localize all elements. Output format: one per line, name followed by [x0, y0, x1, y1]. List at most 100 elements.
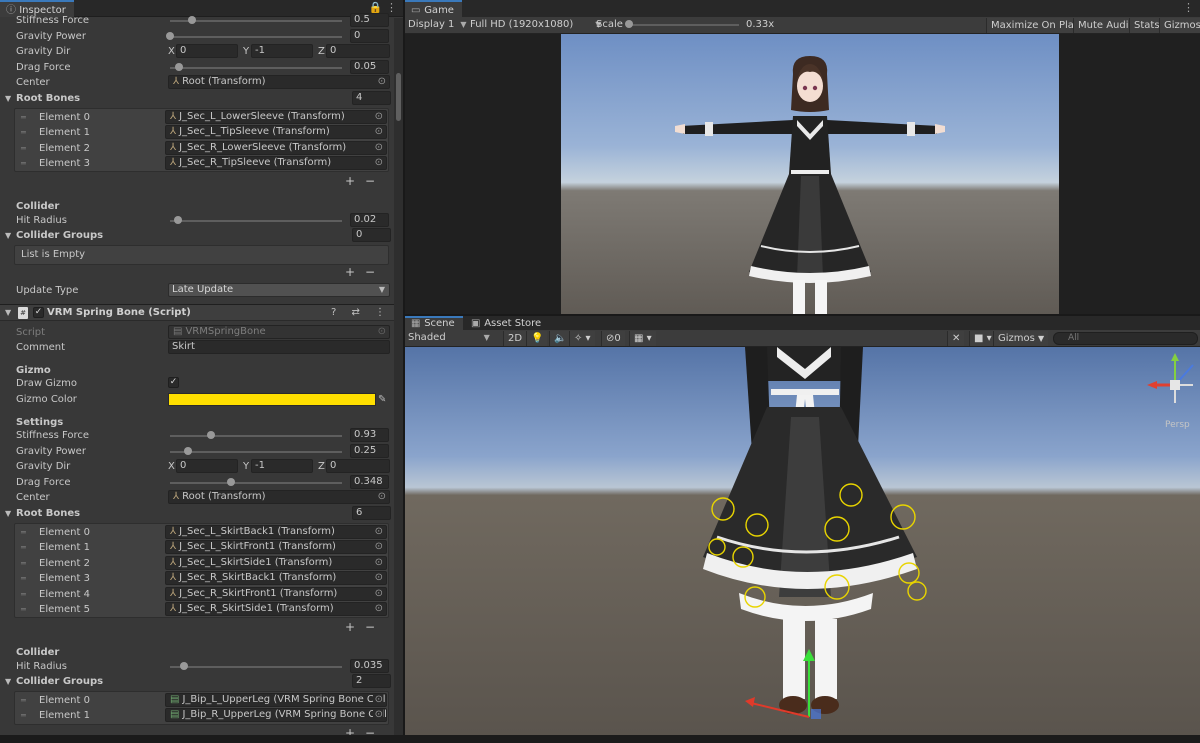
update-type-dropdown[interactable]: Late Update ▼ [168, 283, 390, 297]
stiffness-slider[interactable] [170, 435, 342, 437]
drag-handle-icon[interactable]: ═ [21, 125, 26, 140]
game-render-canvas[interactable] [561, 34, 1059, 314]
object-picker-icon[interactable]: ⊙ [372, 709, 383, 721]
element-object-field[interactable]: ⅄ J_Sec_R_LowerSleeve (Transform) ⊙ [165, 141, 387, 155]
game-menu-icon[interactable]: ⋮ [1183, 1, 1194, 14]
drag-force-slider[interactable] [170, 67, 342, 69]
root-bones-row-1[interactable]: ▼ Root Bones 4 [0, 91, 391, 106]
collider-groups-row-1[interactable]: ▼ Collider Groups 0 [0, 228, 391, 243]
draw-gizmo-checkbox[interactable]: ✓ [168, 377, 179, 388]
grid-toggle-icon[interactable]: ▦ ▾ [629, 331, 656, 346]
object-picker-icon[interactable]: ⊙ [375, 588, 383, 600]
hit-radius-slider-knob[interactable] [174, 216, 182, 224]
foldout-arrow-icon[interactable]: ▼ [5, 305, 11, 320]
drag-force-value[interactable]: 0.05 [350, 60, 389, 74]
stiffness-value[interactable]: 0.93 [350, 428, 389, 442]
scene-render-canvas[interactable]: Persp [405, 347, 1200, 737]
gravity-dir-z[interactable]: 0 [326, 459, 390, 473]
gravity-power-value[interactable]: 0.25 [350, 444, 389, 458]
display-dropdown[interactable]: Display 1 ▼ [408, 17, 467, 33]
element-object-field[interactable]: ⅄ J_Sec_R_TipSleeve (Transform) ⊙ [165, 156, 387, 170]
remove-element-button[interactable]: − [365, 174, 375, 188]
foldout-arrow-icon[interactable]: ▼ [5, 506, 11, 521]
maximize-on-play-toggle[interactable]: Maximize On Play [986, 18, 1084, 33]
remove-element-button[interactable]: − [365, 620, 375, 634]
element-object-field[interactable]: ▤J_Bip_L_UpperLeg (VRM Spring Bone Colli… [165, 693, 387, 707]
shading-mode-dropdown[interactable]: Shaded ▼ [408, 330, 490, 346]
audio-toggle-icon[interactable]: 🔈 [549, 331, 571, 346]
tab-game[interactable]: ▭ Game [405, 0, 462, 17]
foldout-arrow-icon[interactable]: ▼ [5, 91, 11, 106]
element-object-field[interactable]: ⅄ J_Sec_R_SkirtFront1 (Transform) ⊙ [165, 587, 387, 601]
stiffness-slider-knob[interactable] [207, 431, 215, 439]
drag-handle-icon[interactable]: ═ [21, 708, 26, 723]
root-bones-count[interactable]: 6 [352, 506, 391, 520]
element-object-field[interactable]: ⅄ J_Sec_L_LowerSleeve (Transform) ⊙ [165, 110, 387, 124]
effects-toggle-icon[interactable]: ✧ ▾ [569, 331, 595, 346]
stiffness-value[interactable]: 0.5 [350, 13, 389, 27]
hit-radius-value[interactable]: 0.02 [350, 213, 389, 227]
object-picker-icon[interactable]: ⊙ [372, 694, 383, 706]
root-bones-count[interactable]: 4 [352, 91, 391, 105]
gravity-power-slider-knob[interactable] [184, 447, 192, 455]
gravity-power-slider-knob[interactable] [166, 32, 174, 40]
object-picker-icon[interactable]: ⊙ [375, 572, 383, 584]
object-picker-icon[interactable]: ⊙ [378, 76, 386, 88]
foldout-arrow-icon[interactable]: ▼ [5, 228, 11, 243]
collider-groups-row-2[interactable]: ▼ Collider Groups 2 [0, 674, 391, 689]
element-object-field[interactable]: ⅄ J_Sec_R_SkirtSide1 (Transform) ⊙ [165, 602, 387, 616]
drag-handle-icon[interactable]: ═ [21, 693, 26, 708]
scene-search-input[interactable]: All [1053, 332, 1198, 345]
gravity-dir-x[interactable]: 0 [176, 44, 238, 58]
drag-handle-icon[interactable]: ═ [21, 141, 26, 156]
component-enabled-checkbox[interactable]: ✓ [33, 307, 44, 318]
add-element-button[interactable]: + [345, 265, 355, 279]
drag-handle-icon[interactable]: ═ [21, 156, 26, 171]
tab-scene[interactable]: ▦ Scene [405, 316, 463, 330]
object-picker-icon[interactable]: ⊙ [375, 526, 383, 538]
add-element-button[interactable]: + [345, 174, 355, 188]
add-element-button[interactable]: + [345, 620, 355, 634]
gravity-dir-y[interactable]: -1 [251, 459, 313, 473]
object-picker-icon[interactable]: ⊙ [375, 541, 383, 553]
object-picker-icon[interactable]: ⊙ [375, 557, 383, 569]
inspector-scrollbar[interactable] [394, 18, 403, 743]
collider-groups-count[interactable]: 0 [352, 228, 391, 242]
drag-force-slider[interactable] [170, 482, 342, 484]
gravity-power-slider[interactable] [170, 451, 342, 453]
drag-handle-icon[interactable]: ═ [21, 110, 26, 125]
gravity-dir-x[interactable]: 0 [176, 459, 238, 473]
tab-asset-store[interactable]: ▣ Asset Store [465, 316, 550, 330]
resolution-dropdown[interactable]: Full HD (1920x1080) ▼ [470, 17, 601, 33]
2d-toggle[interactable]: 2D [503, 331, 527, 346]
vrm-spring-bone-header[interactable]: ▼ # ✓ VRM Spring Bone (Script) ? ⇄ ⋮ [0, 304, 403, 321]
element-object-field[interactable]: ⅄ J_Sec_R_SkirtBack1 (Transform) ⊙ [165, 571, 387, 585]
object-picker-icon[interactable]: ⊙ [378, 491, 386, 503]
scale-slider-knob[interactable] [625, 20, 633, 28]
element-object-field[interactable]: ⅄ J_Sec_L_TipSleeve (Transform) ⊙ [165, 125, 387, 139]
gravity-power-slider[interactable] [170, 36, 342, 38]
lighting-toggle-icon[interactable]: 💡 [526, 331, 548, 346]
object-picker-icon[interactable]: ⊙ [375, 157, 383, 169]
object-picker-icon[interactable]: ⊙ [375, 603, 383, 615]
drag-handle-icon[interactable]: ═ [21, 540, 26, 555]
foldout-arrow-icon[interactable]: ▼ [5, 674, 11, 689]
element-object-field[interactable]: ⅄ J_Sec_L_SkirtFront1 (Transform) ⊙ [165, 540, 387, 554]
scale-slider[interactable] [629, 24, 739, 26]
stiffness-slider-knob[interactable] [188, 16, 196, 24]
collider-groups-count[interactable]: 2 [352, 674, 391, 688]
tools-icon[interactable]: ✕ [947, 331, 965, 346]
drag-handle-icon[interactable]: ═ [21, 587, 26, 602]
camera-icon[interactable]: ■ ▾ [969, 331, 996, 346]
element-object-field[interactable]: ▤J_Bip_R_UpperLeg (VRM Spring Bone Colli… [165, 708, 387, 722]
scene-gizmos-dropdown[interactable]: Gizmos ▼ [993, 331, 1049, 346]
drag-handle-icon[interactable]: ═ [21, 525, 26, 540]
drag-handle-icon[interactable]: ═ [21, 556, 26, 571]
gravity-dir-z[interactable]: 0 [326, 44, 390, 58]
drag-handle-icon[interactable]: ═ [21, 571, 26, 586]
hit-radius-slider-knob[interactable] [180, 662, 188, 670]
remove-element-button[interactable]: − [365, 265, 375, 279]
help-preset-menu-icons[interactable]: ? ⇄ ⋮ [331, 305, 391, 320]
center-object-field[interactable]: ⅄ Root (Transform) ⊙ [168, 75, 390, 89]
object-picker-icon[interactable]: ⊙ [375, 111, 383, 123]
